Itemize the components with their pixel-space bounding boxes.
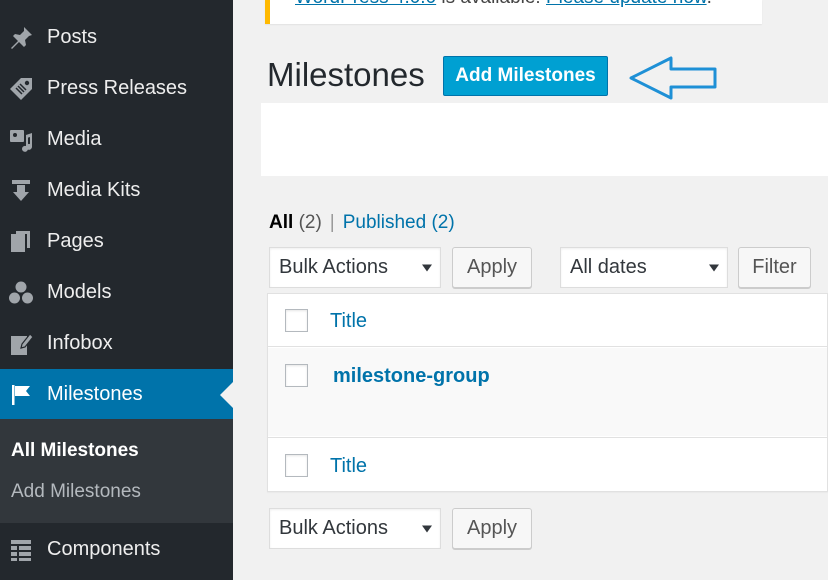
notice-middle: is available!	[436, 0, 546, 8]
column-title[interactable]: Title	[330, 310, 367, 333]
submenu-add-milestones[interactable]: Add Milestones	[11, 481, 141, 503]
grid-icon	[7, 536, 35, 564]
menu-label: Models	[47, 281, 112, 303]
menu-label: Posts	[47, 26, 98, 48]
menu-label: Media	[47, 128, 102, 150]
row-checkbox[interactable]	[285, 364, 308, 387]
select-all-checkbox[interactable]	[285, 309, 308, 332]
apply-button-top[interactable]: Apply	[452, 247, 532, 288]
notice-version-link[interactable]: WordPress 4.0.0	[295, 0, 436, 8]
column-title-footer[interactable]: Title	[330, 455, 367, 478]
menu-item-media-kits[interactable]: Media Kits	[0, 165, 233, 216]
view-all-count: (2)	[298, 212, 322, 233]
media-icon	[7, 126, 35, 154]
filter-button[interactable]: Filter	[738, 247, 811, 288]
dates-select[interactable]: All dates	[560, 247, 728, 288]
milestones-submenu: All Milestones Add Milestones	[0, 419, 233, 523]
menu-item-milestones[interactable]: Milestones	[0, 369, 233, 420]
menu-label: Press Releases	[47, 77, 188, 99]
notice-suffix: .	[707, 0, 712, 8]
chevron-down-icon	[709, 264, 719, 271]
tag-icon	[7, 75, 35, 103]
chevron-down-icon	[422, 264, 432, 271]
menu-item-press-releases[interactable]: Press Releases	[0, 63, 233, 114]
menu-label: Components	[47, 538, 161, 560]
view-all[interactable]: All	[269, 212, 293, 233]
bulk-actions-select-bottom[interactable]: Bulk Actions	[269, 508, 441, 549]
notice-update-link[interactable]: Please update now	[546, 0, 707, 8]
menu-item-models[interactable]: Models	[0, 267, 233, 318]
pages-icon	[7, 228, 35, 256]
table-footer: Title	[268, 437, 827, 492]
blank-panel	[261, 103, 828, 176]
menu-label: Milestones	[47, 383, 143, 405]
chevron-down-icon	[422, 525, 432, 532]
views-separator: |	[329, 212, 335, 233]
bulk-actions-value: Bulk Actions	[279, 256, 388, 278]
bulk-actions-select-top[interactable]: Bulk Actions	[269, 247, 441, 288]
menu-label: Infobox	[47, 332, 113, 354]
menu-item-pages[interactable]: Pages	[0, 216, 233, 267]
active-pointer	[220, 381, 233, 408]
apply-button-bottom[interactable]: Apply	[452, 508, 532, 549]
row-title-link[interactable]: milestone-group	[333, 365, 490, 388]
table-row: milestone-group	[268, 348, 827, 436]
edit-icon	[7, 330, 35, 358]
bulk-actions-value: Bulk Actions	[279, 517, 388, 539]
status-views: All (2) | Published (2)	[269, 212, 455, 234]
page-title: Milestones	[267, 56, 425, 93]
dates-value: All dates	[570, 256, 647, 278]
menu-item-media[interactable]: Media	[0, 114, 233, 165]
posts-table: Title milestone-group Title	[267, 293, 828, 492]
annotation-arrow-icon	[629, 56, 717, 100]
view-published[interactable]: Published	[343, 212, 426, 233]
submenu-all-milestones[interactable]: All Milestones	[11, 440, 139, 462]
menu-label: Pages	[47, 230, 104, 252]
pin-icon	[7, 24, 35, 52]
notice-text: WordPress 4.0.0 is available! Please upd…	[295, 0, 712, 9]
menu-item-infobox[interactable]: Infobox	[0, 318, 233, 369]
update-notice: WordPress 4.0.0 is available! Please upd…	[265, 0, 762, 24]
table-header: Title	[268, 294, 827, 347]
menu-item-components[interactable]: Components	[0, 524, 233, 575]
view-published-count: (2)	[431, 212, 455, 233]
select-all-checkbox-footer[interactable]	[285, 454, 308, 477]
admin-sidebar: Posts Press Releases Media Media Kits Pa…	[0, 0, 233, 580]
flag-icon	[7, 381, 35, 409]
add-milestones-button[interactable]: Add Milestones	[443, 56, 608, 96]
groups-icon	[7, 279, 35, 307]
menu-label: Media Kits	[47, 179, 141, 201]
download-icon	[7, 177, 35, 205]
menu-item-posts[interactable]: Posts	[0, 12, 233, 63]
